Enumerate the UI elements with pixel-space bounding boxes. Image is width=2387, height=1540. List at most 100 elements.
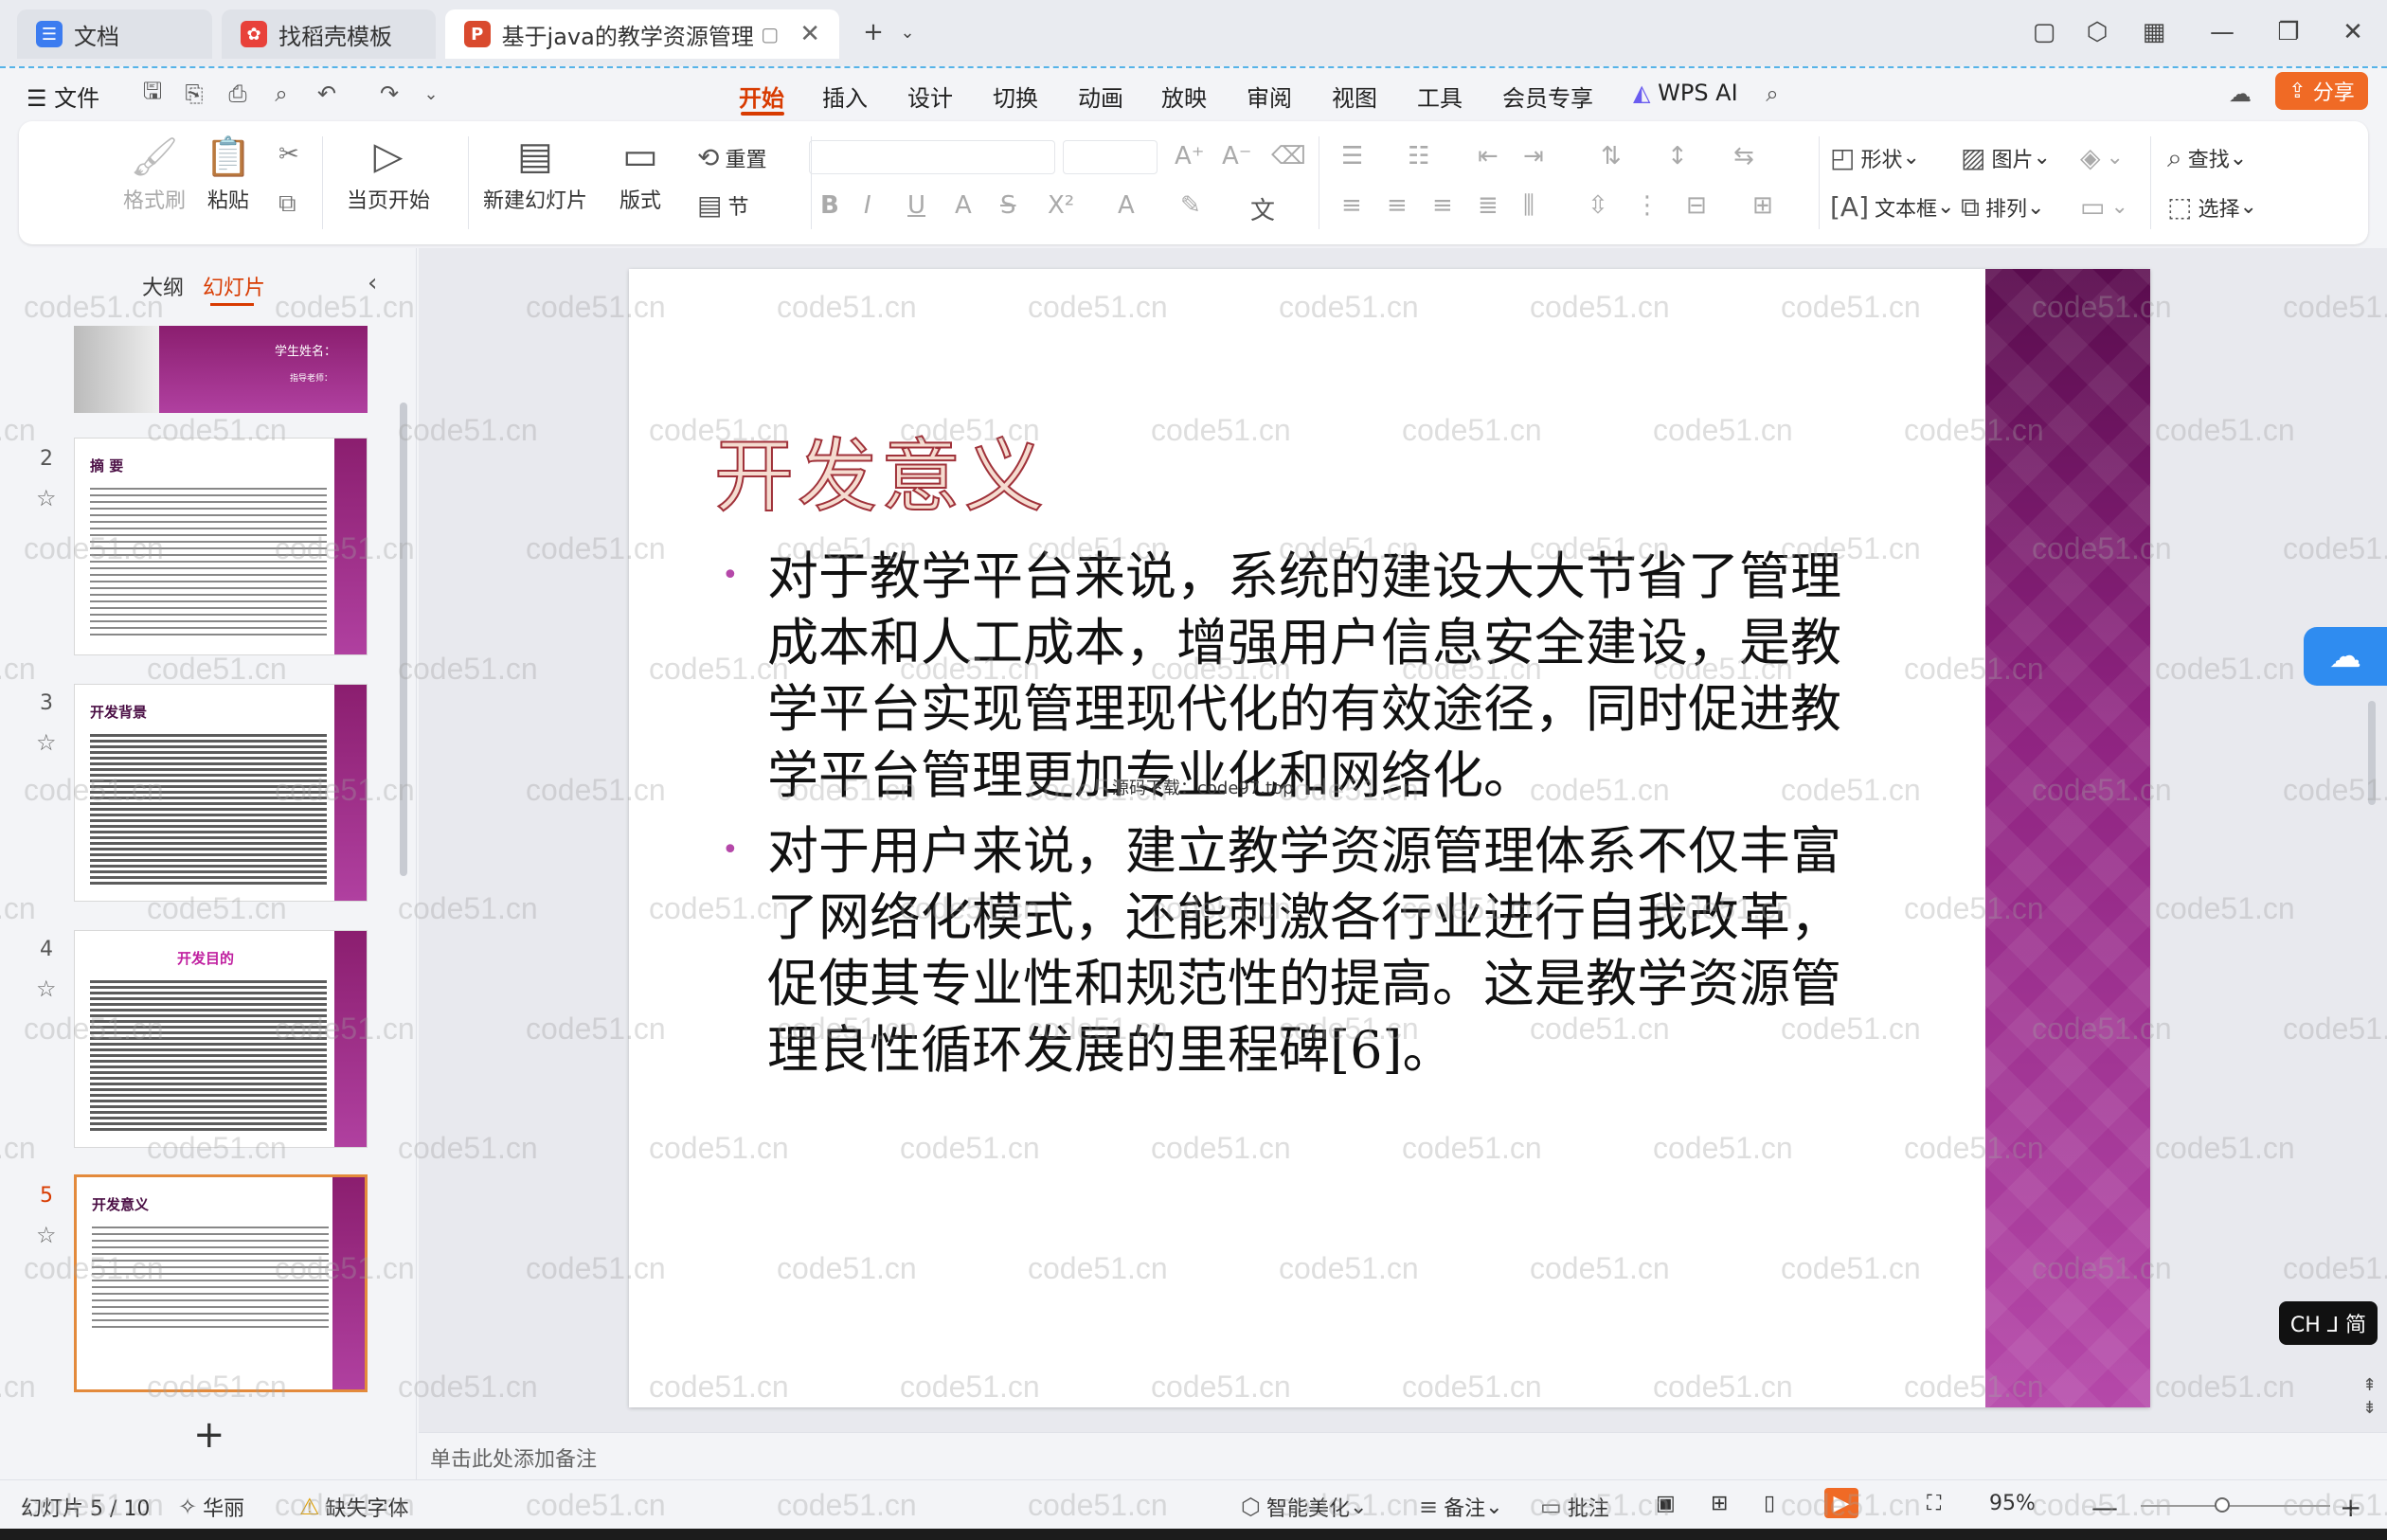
star-icon[interactable]: ☆ bbox=[36, 485, 57, 511]
tab-documents[interactable]: ☰ 文档 bbox=[17, 9, 212, 59]
print-preview-icon[interactable]: ⌕ bbox=[267, 80, 296, 108]
undo-icon[interactable]: ↶ bbox=[313, 80, 341, 108]
menu-home[interactable]: 开始 bbox=[739, 80, 784, 113]
search-icon[interactable]: ⌕ bbox=[1758, 80, 1786, 108]
missing-font-button[interactable]: ⚠ 缺失字体 bbox=[299, 1492, 409, 1522]
slide-thumbnail-1[interactable]: 学生姓名： 指导老师： bbox=[74, 326, 368, 413]
maximize-icon[interactable]: ❐ bbox=[2270, 13, 2307, 51]
highlight-icon[interactable]: ✎ bbox=[1180, 191, 1201, 220]
copy-icon[interactable]: ⧉ bbox=[278, 189, 296, 219]
phonetic-icon[interactable]: 文 bbox=[1250, 191, 1275, 226]
line-spacing-icon[interactable]: ↕ bbox=[1667, 142, 1688, 170]
align-left-icon[interactable]: ≡ bbox=[1341, 191, 1362, 220]
text-shadow-icon[interactable]: A bbox=[955, 191, 972, 220]
format-painter-button[interactable]: 🖌 格式刷 bbox=[123, 134, 186, 214]
arrange-button[interactable]: ⧉ 排列 ⌄ bbox=[1961, 191, 2044, 224]
ime-indicator[interactable]: CH ⅃ 简 bbox=[2279, 1301, 2378, 1345]
font-size-select[interactable] bbox=[1063, 140, 1158, 174]
star-icon[interactable]: ☆ bbox=[36, 976, 57, 1002]
select-button[interactable]: ⬚ 选择 ⌄ bbox=[2167, 191, 2257, 223]
chevron-down-icon[interactable]: ⌄ bbox=[417, 80, 445, 108]
cut-icon[interactable]: ✂ bbox=[278, 140, 299, 169]
minimize-icon[interactable]: — bbox=[2203, 13, 2241, 51]
align-right-icon[interactable]: ≡ bbox=[1432, 191, 1453, 220]
new-tab-icon[interactable]: + bbox=[854, 13, 892, 51]
increase-font-icon[interactable]: A⁺ bbox=[1175, 142, 1205, 170]
wps-ai-button[interactable]: ◭ WPS AI bbox=[1633, 80, 1738, 106]
scroll-down-icon[interactable]: ⇟ bbox=[2362, 1398, 2377, 1418]
tab-slides[interactable]: 幻灯片 bbox=[203, 271, 265, 301]
share-button[interactable]: ⇪ 分享 bbox=[2275, 72, 2368, 110]
fill-button[interactable]: ◈ ⌄ bbox=[2080, 142, 2124, 173]
underline-icon[interactable]: U bbox=[907, 191, 925, 220]
canvas-scrollbar[interactable] bbox=[2368, 701, 2376, 805]
smart-art-icon[interactable]: ⊞ bbox=[1752, 191, 1773, 220]
save-icon[interactable]: 🖫 bbox=[138, 78, 167, 108]
bullet-list-icon[interactable]: ☰ bbox=[1341, 142, 1363, 170]
close-tab-icon[interactable]: ✕ bbox=[799, 20, 820, 48]
picture-button[interactable]: ▨ 图片 ⌄ bbox=[1961, 142, 2051, 173]
window-layout-icon[interactable]: ▢ bbox=[2025, 13, 2063, 51]
tab-outline[interactable]: 大纲 bbox=[142, 271, 184, 301]
thumbnail-scrollbar[interactable] bbox=[400, 403, 407, 876]
slide-title[interactable]: 开发意义 bbox=[713, 413, 1048, 528]
zoom-slider-handle[interactable] bbox=[2215, 1497, 2230, 1513]
slide-thumbnail-2[interactable]: 摘 要 bbox=[74, 438, 368, 655]
cloud-sync-icon[interactable]: ☁ bbox=[2304, 627, 2387, 686]
export-icon[interactable]: ⎘ bbox=[180, 80, 208, 108]
outline-button[interactable]: ▭ ⌄ bbox=[2080, 191, 2128, 223]
clear-format-icon[interactable]: ⌫ bbox=[1271, 142, 1306, 170]
redo-icon[interactable]: ↷ bbox=[375, 80, 404, 108]
tab-docer-templates[interactable]: ✿ 找稻壳模板 bbox=[222, 9, 436, 59]
beautify-button[interactable]: ⬡ 智能美化 ⌄ bbox=[1241, 1492, 1367, 1522]
sorter-view-icon[interactable]: ⊞ bbox=[1711, 1492, 1728, 1515]
justify-icon[interactable]: ≣ bbox=[1478, 191, 1499, 220]
align-center-icon[interactable]: ≡ bbox=[1387, 191, 1408, 220]
window-restore-icon[interactable]: ▢ bbox=[761, 23, 779, 45]
decrease-indent-icon[interactable]: ⇤ bbox=[1478, 142, 1499, 170]
paragraph-spacing-icon[interactable]: ⇳ bbox=[1588, 191, 1608, 220]
find-button[interactable]: ⌕ 查找 ⌄ bbox=[2167, 142, 2247, 174]
zoom-out-icon[interactable]: — bbox=[2091, 1492, 2118, 1523]
columns-icon[interactable]: ⋮ bbox=[1635, 191, 1660, 220]
text-direction-icon[interactable]: ⇅ bbox=[1601, 142, 1622, 170]
font-name-select[interactable] bbox=[809, 140, 1055, 174]
normal-view-icon[interactable]: ▣ bbox=[1656, 1492, 1676, 1515]
reset-button[interactable]: ⟲ 重置 bbox=[697, 142, 766, 173]
menu-insert[interactable]: 插入 bbox=[822, 80, 868, 113]
slide-bullet-1[interactable]: 对于教学平台来说，系统的建设大大节省了管理成本和人工成本，增强用户信息安全建设，… bbox=[767, 544, 1885, 809]
zoom-in-icon[interactable]: + bbox=[2340, 1492, 2361, 1523]
notes-area[interactable]: 单击此处添加备注 bbox=[419, 1432, 2387, 1479]
zoom-slider-track[interactable] bbox=[2141, 1505, 2330, 1507]
chevron-down-icon[interactable]: ⌄ bbox=[888, 13, 926, 51]
menu-animation[interactable]: 动画 bbox=[1078, 80, 1123, 113]
reading-view-icon[interactable]: ▯ bbox=[1764, 1492, 1775, 1515]
fit-window-icon[interactable]: ⛶ bbox=[1927, 1492, 1941, 1515]
vertical-align-icon[interactable]: ⊟ bbox=[1686, 191, 1707, 220]
font-color-icon[interactable]: A bbox=[1118, 191, 1135, 220]
menu-file[interactable]: ☰ 文件 bbox=[27, 80, 99, 113]
strikethrough-icon[interactable]: S bbox=[1000, 191, 1016, 220]
distribute-icon[interactable]: ⫼ bbox=[1523, 191, 1534, 221]
comments-button[interactable]: ▭ 批注 bbox=[1540, 1492, 1609, 1522]
slide-bullet-2[interactable]: 对于用户来说，建立教学资源管理体系不仅丰富了网络化模式，还能刺激各行业进行自我改… bbox=[767, 818, 1885, 1083]
paste-button[interactable]: 📋 粘贴 bbox=[205, 134, 252, 214]
numbered-list-icon[interactable]: ☷ bbox=[1408, 142, 1429, 170]
superscript-icon[interactable]: X² bbox=[1048, 191, 1074, 220]
zoom-level[interactable]: 95% bbox=[1989, 1492, 2036, 1515]
menu-review[interactable]: 审阅 bbox=[1247, 80, 1292, 113]
section-button[interactable]: ▤ 节 bbox=[697, 189, 748, 221]
play-slideshow-icon[interactable]: ▶ bbox=[1824, 1488, 1858, 1518]
slide-thumbnail-4[interactable]: 开发目的 bbox=[74, 930, 368, 1148]
shape-button[interactable]: ◰ 形状 ⌄ bbox=[1830, 142, 1920, 173]
bold-icon[interactable]: B bbox=[820, 191, 839, 220]
menu-design[interactable]: 设计 bbox=[907, 80, 953, 113]
increase-indent-icon[interactable]: ⇥ bbox=[1523, 142, 1544, 170]
italic-icon[interactable]: I bbox=[864, 191, 871, 220]
layout-button[interactable]: ▭ 版式 bbox=[619, 134, 661, 214]
menu-slideshow[interactable]: 放映 bbox=[1161, 80, 1207, 113]
play-from-current-button[interactable]: ▷ 当页开始 bbox=[347, 134, 430, 214]
scroll-up-icon[interactable]: ⇞ bbox=[2362, 1375, 2377, 1395]
notes-button[interactable]: ≡ 备注 ⌄ bbox=[1419, 1492, 1503, 1522]
collapse-panel-icon[interactable]: ‹ bbox=[368, 269, 377, 297]
